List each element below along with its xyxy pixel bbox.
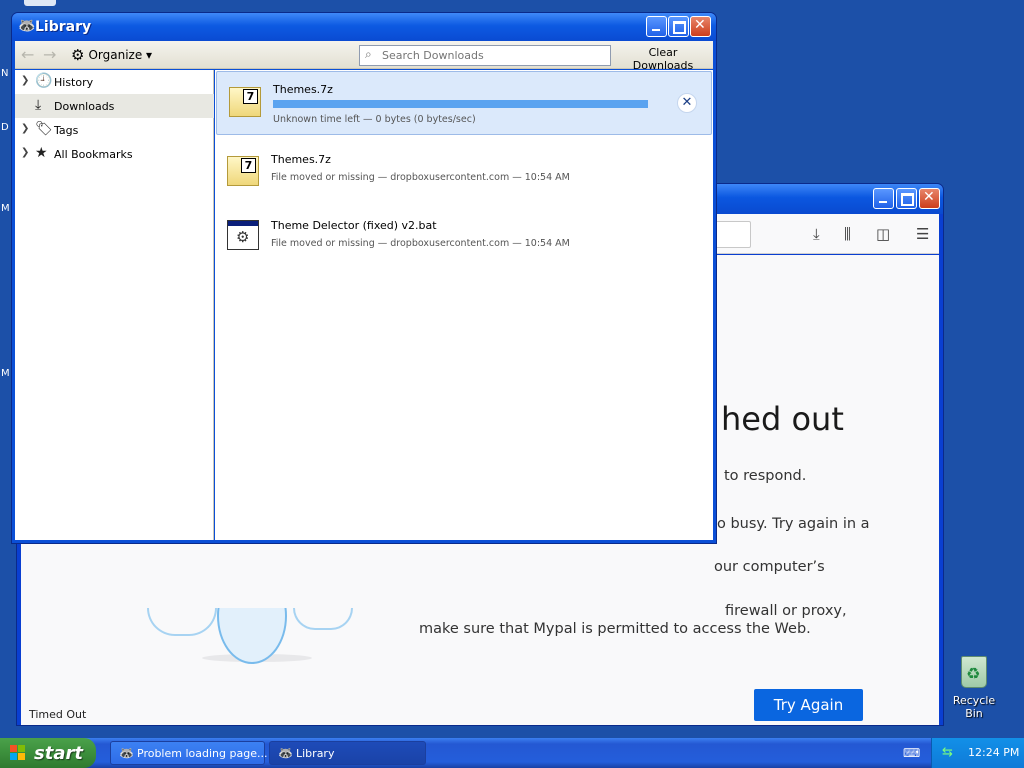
windows-flag-icon bbox=[10, 745, 27, 761]
clear-downloads-button[interactable]: Clear Downloads bbox=[615, 45, 711, 72]
download-filename: Themes.7z bbox=[271, 153, 331, 166]
search-box[interactable]: ⌕ bbox=[359, 45, 611, 66]
sidebar-item-downloads[interactable]: ⤓ Downloads bbox=[15, 94, 214, 118]
clock-icon: 🕘 bbox=[35, 73, 53, 89]
archive-7z-icon bbox=[227, 156, 259, 186]
window-title: Library bbox=[35, 19, 92, 35]
taskbar-item-label: Problem loading page... bbox=[137, 747, 268, 760]
expand-chevron-icon[interactable]: ❯ bbox=[21, 147, 29, 158]
download-status: File moved or missing — dropboxuserconte… bbox=[271, 172, 570, 183]
desktop-icon-label-partial: N bbox=[1, 68, 9, 79]
library-toolbar: ← → ⚙Organize ▾ ⌕ Clear Downloads bbox=[15, 41, 713, 72]
recycle-bin[interactable]: Recycle Bin bbox=[944, 656, 1004, 720]
error-text: firewall or proxy, bbox=[725, 603, 847, 619]
error-title: hed out bbox=[721, 400, 844, 438]
sidebar-item-label: Downloads bbox=[54, 100, 115, 113]
library-icon[interactable]: ⫼ bbox=[844, 225, 851, 243]
minimize-button[interactable] bbox=[873, 188, 894, 209]
organize-label: Organize bbox=[88, 48, 143, 62]
download-filename: Theme Delector (fixed) v2.bat bbox=[271, 219, 437, 232]
sidebar-item-label: History bbox=[54, 76, 94, 89]
library-window[interactable]: 🦝 Library ← → ⚙Organize ▾ ⌕ Clear Downlo… bbox=[11, 12, 717, 544]
error-text: o busy. Try again in a bbox=[717, 516, 870, 532]
expand-chevron-icon[interactable]: ❯ bbox=[21, 123, 29, 134]
network-icon[interactable]: ⇆ bbox=[942, 745, 953, 760]
tag-icon: 🏷 bbox=[35, 121, 53, 137]
desktop-icon-label-partial: M bbox=[1, 203, 10, 214]
star-icon: ★ bbox=[35, 145, 48, 161]
expand-chevron-icon[interactable]: ❯ bbox=[21, 75, 29, 86]
minimize-button[interactable] bbox=[646, 16, 667, 37]
desktop-icon-label-partial: D bbox=[1, 122, 9, 133]
try-again-button[interactable]: Try Again bbox=[754, 689, 863, 721]
error-text: make sure that Mypal is permitted to acc… bbox=[419, 621, 811, 637]
maximize-button[interactable] bbox=[896, 188, 917, 209]
error-text: to respond. bbox=[724, 468, 807, 484]
menu-icon[interactable]: ☰ bbox=[916, 225, 929, 243]
recycle-bin-label: Recycle Bin bbox=[952, 694, 996, 720]
status-text: Timed Out bbox=[29, 708, 87, 721]
sidebar-item-tags[interactable]: ❯ 🏷 Tags bbox=[15, 118, 214, 142]
start-button[interactable]: start bbox=[0, 738, 96, 768]
sidebar-icon[interactable]: ◫ bbox=[876, 225, 890, 243]
gear-icon: ⚙ bbox=[71, 46, 85, 64]
library-titlebar[interactable]: 🦝 Library bbox=[12, 13, 716, 41]
library-app-icon: 🦝 bbox=[278, 746, 293, 760]
start-label: start bbox=[34, 742, 83, 764]
download-progress-fill bbox=[273, 100, 648, 108]
cancel-download-button[interactable]: ✕ bbox=[677, 93, 697, 113]
taskbar-item-library[interactable]: 🦝 Library bbox=[269, 741, 426, 765]
library-app-icon: 🦝 bbox=[18, 18, 36, 34]
desktop-icon-label-partial: M bbox=[1, 368, 10, 379]
close-button[interactable] bbox=[919, 188, 940, 209]
dropdown-arrow-icon: ▾ bbox=[146, 48, 153, 62]
search-icon: ⌕ bbox=[365, 47, 372, 61]
archive-7z-icon bbox=[229, 87, 261, 117]
download-item[interactable]: Themes.7z File moved or missing — dropbo… bbox=[215, 142, 713, 206]
recycle-bin-icon bbox=[961, 656, 987, 688]
library-sidebar: ❯ 🕘 History ⤓ Downloads ❯ 🏷 Tags ❯ ★ All… bbox=[15, 70, 214, 540]
batch-file-icon bbox=[227, 220, 259, 250]
downloads-list: Themes.7z Unknown time left — 0 bytes (0… bbox=[215, 70, 713, 540]
forward-arrow-icon[interactable]: → bbox=[43, 45, 56, 64]
download-icon: ⤓ bbox=[35, 97, 42, 113]
search-input[interactable] bbox=[380, 47, 605, 64]
taskbar-item-label: Library bbox=[296, 747, 335, 760]
clock[interactable]: 12:24 PM bbox=[968, 746, 1019, 759]
download-progress-bar bbox=[273, 100, 648, 108]
download-filename: Themes.7z bbox=[273, 83, 333, 96]
taskbar: start 🦝 Problem loading page... 🦝 Librar… bbox=[0, 738, 1024, 768]
sidebar-item-history[interactable]: ❯ 🕘 History bbox=[15, 70, 214, 94]
organize-menu[interactable]: ⚙ Organize ▾ bbox=[71, 46, 152, 64]
downloads-icon[interactable]: ⤓ bbox=[813, 225, 820, 243]
download-item[interactable]: Themes.7z Unknown time left — 0 bytes (0… bbox=[216, 71, 712, 135]
close-button[interactable] bbox=[690, 16, 711, 37]
download-status: File moved or missing — dropboxuserconte… bbox=[271, 238, 570, 249]
download-item[interactable]: Theme Delector (fixed) v2.bat File moved… bbox=[215, 208, 713, 272]
keyboard-icon[interactable]: ⌨ bbox=[903, 746, 920, 760]
sidebar-item-all-bookmarks[interactable]: ❯ ★ All Bookmarks bbox=[15, 142, 214, 166]
taskbar-item-browser[interactable]: 🦝 Problem loading page... bbox=[110, 741, 268, 765]
browser-app-icon: 🦝 bbox=[119, 746, 134, 760]
error-mascot-illustration bbox=[147, 608, 362, 664]
sidebar-item-label: All Bookmarks bbox=[54, 148, 133, 161]
maximize-button[interactable] bbox=[668, 16, 689, 37]
desktop-icon-partial[interactable] bbox=[24, 0, 56, 6]
back-arrow-icon[interactable]: ← bbox=[21, 45, 34, 64]
sidebar-item-label: Tags bbox=[54, 124, 79, 137]
download-status: Unknown time left — 0 bytes (0 bytes/sec… bbox=[273, 114, 476, 125]
error-text: our computer’s bbox=[714, 559, 825, 575]
system-tray: ⇆ 12:24 PM bbox=[931, 738, 1024, 768]
